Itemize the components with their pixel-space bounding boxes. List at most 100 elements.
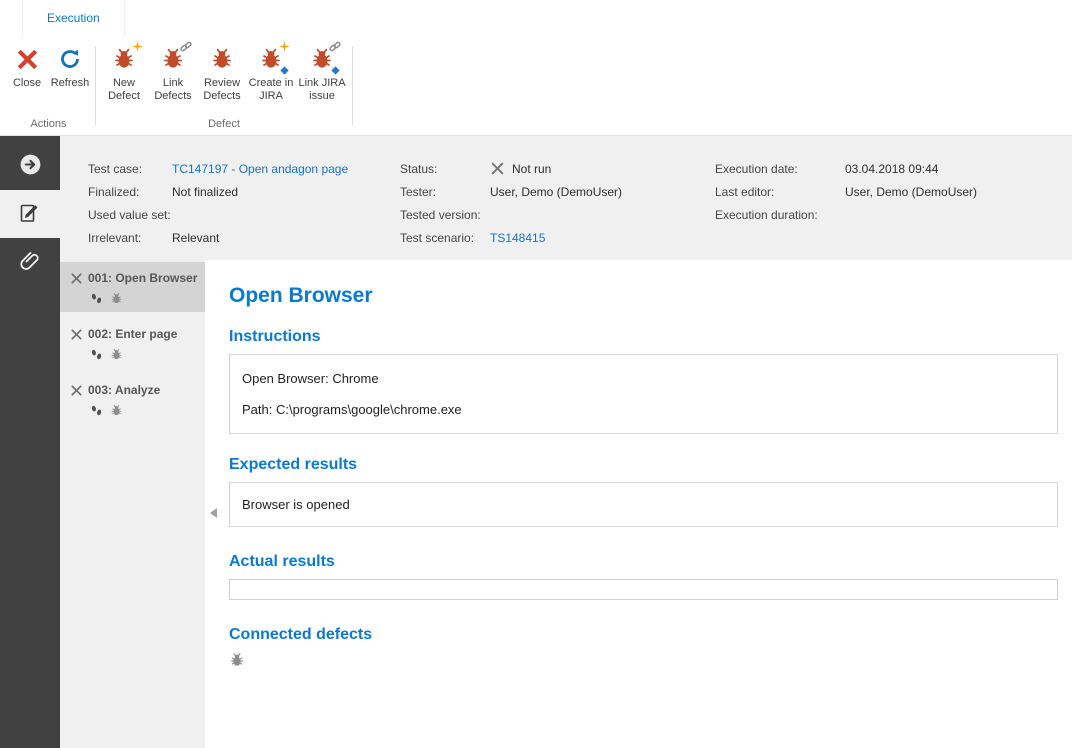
create-in-jira-button[interactable]: Create in JIRA: [247, 40, 295, 116]
instructions-heading: Instructions: [229, 328, 1058, 346]
ribbon-separator: [95, 46, 96, 125]
info-column-status: Status: Not run Tester: User, Demo (Demo…: [400, 160, 622, 252]
no-defect-icon: [110, 404, 123, 417]
last-editor-label: Last editor:: [715, 185, 845, 199]
step-label: 002: Enter page: [88, 327, 177, 341]
ribbon-group-label-actions: Actions: [6, 116, 91, 135]
footprints-icon: [90, 292, 103, 305]
link-jira-issue-button[interactable]: Link JIRA issue: [296, 40, 348, 116]
last-editor-value: User, Demo (DemoUser): [845, 185, 977, 199]
ribbon-separator: [352, 46, 353, 125]
new-defect-button[interactable]: New Defect: [100, 40, 148, 116]
review-defects-label: Review Defects: [198, 77, 246, 103]
connected-defects-heading: Connected defects: [229, 626, 1058, 644]
execution-window: { "window": { "tab_label": "Execution" }…: [0, 0, 1072, 748]
edit-nav-icon: [18, 201, 42, 228]
footprints-icon: [90, 348, 103, 361]
execute-nav-icon: [18, 152, 43, 180]
ribbon-group-label-defect: Defect: [100, 116, 348, 135]
ribbon-group-actions: Close Refresh Actions: [6, 38, 91, 135]
info-row-test-case: Test case: TC147197 - Open andagon page: [88, 160, 348, 177]
close-button[interactable]: Close: [6, 40, 48, 116]
not-run-x-icon: [490, 161, 505, 176]
left-nav-strip: [0, 136, 60, 748]
info-row-execution-duration: Execution duration:: [715, 206, 977, 223]
step-label: 001: Open Browser: [88, 271, 197, 285]
execution-date-value: 03.04.2018 09:44: [845, 162, 938, 176]
info-row-tester: Tester: User, Demo (DemoUser): [400, 183, 622, 200]
step-item-003[interactable]: 003: Analyze: [60, 374, 205, 424]
instructions-box: Open Browser: Chrome Path: C:\programs\g…: [229, 354, 1058, 434]
link-defects-label: Link Defects: [149, 77, 197, 103]
test-case-label: Test case:: [88, 162, 172, 176]
info-column-testcase: Test case: TC147197 - Open andagon page …: [88, 160, 348, 252]
review-defects-button[interactable]: Review Defects: [198, 40, 246, 116]
tester-label: Tester:: [400, 185, 490, 199]
step-label: 003: Analyze: [88, 383, 160, 397]
tab-bar: Execution: [0, 0, 1072, 36]
test-scenario-label: Test scenario:: [400, 231, 490, 245]
step-status-x-icon: [70, 384, 83, 397]
finalized-value: Not finalized: [172, 185, 238, 199]
no-defect-icon: [110, 348, 123, 361]
link-jira-issue-icon: [307, 44, 337, 74]
test-case-link[interactable]: TC147197 - Open andagon page: [172, 162, 348, 176]
create-in-jira-icon: [256, 44, 286, 74]
info-row-status: Status: Not run: [400, 160, 622, 177]
irrelevant-value: Relevant: [172, 231, 219, 245]
instruction-line: Path: C:\programs\google\chrome.exe: [242, 402, 1045, 417]
info-row-finalized: Finalized: Not finalized: [88, 183, 348, 200]
new-defect-icon: [109, 44, 139, 74]
tab-execution[interactable]: Execution: [22, 0, 125, 36]
step-detail-panel: Open Browser Instructions Open Browser: …: [205, 260, 1072, 748]
info-row-test-scenario: Test scenario: TS148415: [400, 229, 622, 246]
close-icon: [12, 44, 42, 74]
test-steps-list: 001: Open Browser 002: Enter page 003: A…: [60, 260, 205, 748]
attachments-nav-button[interactable]: [0, 238, 60, 286]
collapse-steps-arrow-icon[interactable]: [210, 508, 217, 518]
create-in-jira-label: Create in JIRA: [247, 77, 295, 103]
review-defects-icon: [207, 44, 237, 74]
step-item-001[interactable]: 001: Open Browser: [60, 262, 205, 312]
ribbon-group-defect: New Defect Link Defects Review Defects: [100, 38, 348, 135]
used-value-set-label: Used value set:: [88, 208, 172, 222]
info-row-tested-version: Tested version:: [400, 206, 622, 223]
tested-version-label: Tested version:: [400, 208, 490, 222]
status-value: Not run: [512, 162, 551, 176]
link-jira-issue-label: Link JIRA issue: [296, 77, 348, 103]
ribbon: Close Refresh Actions New Defect: [0, 36, 1072, 136]
execution-duration-label: Execution duration:: [715, 208, 845, 222]
info-row-used-value-set: Used value set:: [88, 206, 348, 223]
refresh-button[interactable]: Refresh: [49, 40, 91, 116]
info-column-execution: Execution date: 03.04.2018 09:44 Last ed…: [715, 160, 977, 229]
no-defect-icon: [110, 292, 123, 305]
irrelevant-label: Irrelevant:: [88, 231, 172, 245]
tab-execution-label: Execution: [47, 11, 100, 25]
new-defect-label: New Defect: [100, 77, 148, 103]
actual-results-input[interactable]: [229, 579, 1058, 600]
instruction-line: Open Browser: Chrome: [242, 371, 1045, 386]
execute-nav-button[interactable]: [0, 142, 60, 190]
no-defect-icon: [229, 652, 245, 668]
execution-date-label: Execution date:: [715, 162, 845, 176]
link-defects-button[interactable]: Link Defects: [149, 40, 197, 116]
info-row-irrelevant: Irrelevant: Relevant: [88, 229, 348, 246]
step-title: Open Browser: [229, 284, 1058, 308]
test-scenario-link[interactable]: TS148415: [490, 231, 545, 245]
finalized-label: Finalized:: [88, 185, 172, 199]
step-item-002[interactable]: 002: Enter page: [60, 318, 205, 368]
close-button-label: Close: [13, 77, 41, 90]
link-defects-icon: [158, 44, 188, 74]
refresh-button-label: Refresh: [51, 77, 90, 90]
refresh-icon: [55, 44, 85, 74]
info-row-last-editor: Last editor: User, Demo (DemoUser): [715, 183, 977, 200]
actual-results-heading: Actual results: [229, 553, 1058, 571]
step-status-x-icon: [70, 328, 83, 341]
expected-result-text: Browser is opened: [242, 497, 1045, 512]
expected-results-heading: Expected results: [229, 456, 1058, 474]
footprints-icon: [90, 404, 103, 417]
status-label: Status:: [400, 162, 490, 176]
step-status-x-icon: [70, 272, 83, 285]
edit-nav-button[interactable]: [0, 190, 60, 238]
execution-info-panel: Test case: TC147197 - Open andagon page …: [60, 136, 1072, 260]
